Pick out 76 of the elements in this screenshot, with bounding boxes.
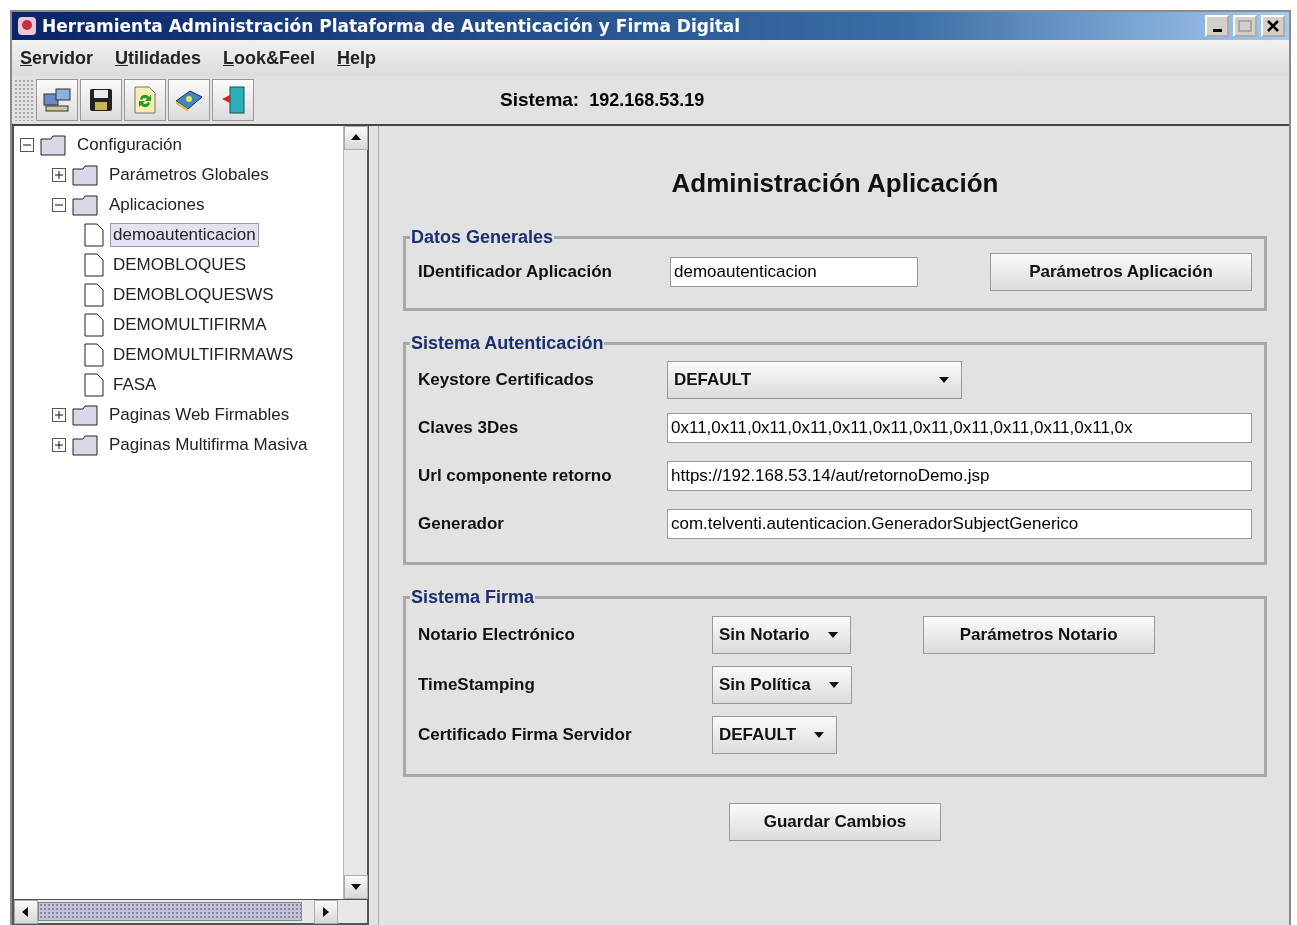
panel-title: Administración Aplicación	[670, 168, 1000, 199]
document-icon	[84, 223, 104, 247]
menu-item[interactable]: Servidor	[20, 47, 94, 69]
tree-item[interactable]: Configuración	[74, 133, 185, 157]
section-title: Sistema Autenticación	[410, 333, 605, 354]
field-label: Claves 3Des	[418, 418, 520, 438]
tree-item[interactable]: Aplicaciones	[106, 193, 208, 217]
tree-item[interactable]: Paginas Web Firmables	[106, 403, 293, 427]
field-label: Notario Electrónico	[418, 625, 576, 645]
close-icon	[1267, 20, 1279, 32]
system-address: 192.168.53.19	[589, 89, 705, 111]
tree-item[interactable]: DEMOMULTIFIRMA	[110, 313, 270, 337]
dropdown[interactable]: Sin Notario	[712, 616, 851, 654]
field-label: TimeStamping	[418, 675, 536, 695]
tree-item[interactable]: FASA	[110, 373, 160, 397]
toolbar-button[interactable]	[80, 79, 122, 121]
minimize-button[interactable]	[1205, 15, 1229, 37]
window-title: Herramienta Administración Plataforma de Autenticación y Firma Digital	[42, 16, 742, 36]
parameters-button[interactable]: Parámetros Notario	[922, 616, 1155, 654]
parameters-button[interactable]: Parámetros Aplicación	[990, 253, 1252, 291]
menu-item[interactable]: Help	[337, 47, 377, 69]
toolbar-grip[interactable]	[14, 79, 34, 121]
field-label: IDentificador Aplicación	[418, 262, 613, 282]
folder-icon	[40, 134, 68, 156]
document-icon	[84, 313, 104, 337]
app-icon	[16, 15, 38, 37]
section-title: Sistema Firma	[410, 587, 536, 608]
expand-icon[interactable]	[52, 408, 66, 422]
menu-item[interactable]: Look&Feel	[223, 47, 316, 69]
collapse-icon[interactable]	[20, 138, 34, 152]
toolbar-button[interactable]	[168, 79, 210, 121]
door-icon	[220, 85, 246, 115]
scroll-left-button[interactable]	[14, 900, 38, 924]
computers-icon	[42, 86, 72, 114]
toolbar-button[interactable]	[36, 79, 78, 121]
close-button[interactable]	[1261, 15, 1285, 37]
text-field[interactable]: 0x11,0x11,0x11,0x11,0x11,0x11,0x11,0x11,0x11,0x11,0x11,0x	[667, 413, 1252, 443]
vertical-scrollbar[interactable]	[343, 126, 368, 899]
scroll-down-button[interactable]	[344, 875, 369, 899]
collapse-icon[interactable]	[52, 198, 66, 212]
field-label: Generador	[418, 514, 505, 534]
folder-icon	[72, 194, 100, 216]
tree-item[interactable]: DEMOBLOQUES	[110, 253, 250, 277]
tree-item[interactable]: DEMOMULTIFIRMAWS	[110, 343, 297, 367]
dropdown[interactable]: Sin Política	[712, 666, 852, 704]
tree-item[interactable]: Parámetros Globales	[106, 163, 272, 187]
expand-icon[interactable]	[52, 168, 66, 182]
folder-icon	[72, 404, 100, 426]
menu-item[interactable]: Utilidades	[115, 47, 202, 69]
field-label: Certificado Firma Servidor	[418, 725, 633, 745]
text-field[interactable]: https://192.168.53.14/aut/retornoDemo.jsp	[667, 461, 1252, 491]
maximize-icon	[1238, 20, 1252, 32]
text-field[interactable]: com.telventi.autenticacion.GeneradorSubjectGenerico	[667, 509, 1252, 539]
minimize-icon	[1212, 28, 1222, 32]
save-button[interactable]: Guardar Cambios	[729, 803, 941, 841]
field-label: Url componente retorno	[418, 466, 613, 486]
dropdown[interactable]: DEFAULT	[712, 716, 838, 754]
document-icon	[84, 253, 104, 277]
tree-item[interactable]: demoautenticacion	[110, 223, 259, 247]
tree-item[interactable]: DEMOBLOQUESWS	[110, 283, 277, 307]
system-label: Sistema:	[500, 89, 580, 111]
document-icon	[84, 373, 104, 397]
scroll-up-button[interactable]	[344, 126, 369, 150]
document-icon	[84, 343, 104, 367]
folder-icon	[72, 164, 100, 186]
document-icon	[84, 283, 104, 307]
dropdown[interactable]: DEFAULT	[667, 361, 962, 399]
folder-icon	[72, 434, 100, 456]
scroll-right-button[interactable]	[314, 900, 338, 924]
text-field[interactable]: demoautenticacion	[670, 257, 918, 287]
tree-item[interactable]: Paginas Multifirma Masiva	[106, 433, 311, 457]
field-label: Keystore Certificados	[418, 370, 595, 390]
scrollbar-thumb[interactable]	[38, 902, 302, 921]
expand-icon[interactable]	[52, 438, 66, 452]
refresh-icon	[132, 85, 158, 115]
section-title: Datos Generales	[410, 227, 555, 248]
